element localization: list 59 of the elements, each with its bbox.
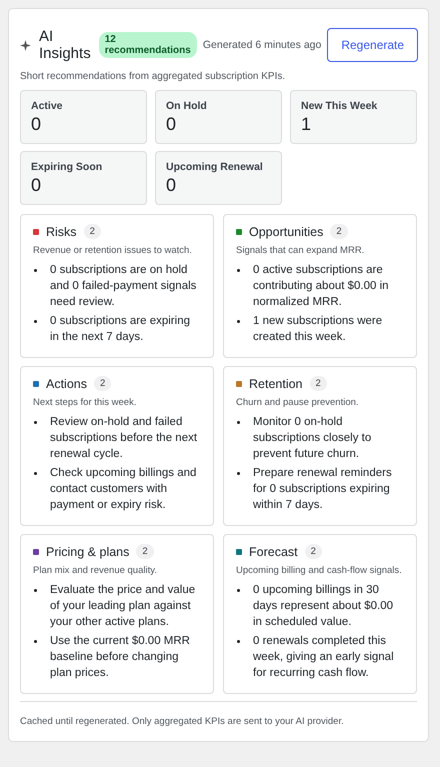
recommendation-text: 0 upcoming billings in 30 days represent about $0.00 in scheduled value. [253, 583, 394, 630]
bullet-icon [34, 421, 37, 424]
section-title: Forecast [249, 544, 298, 558]
section-title: Risks [46, 224, 77, 238]
count-badge: 2 [304, 544, 322, 559]
generated-time: Generated 6 minutes ago [202, 39, 322, 51]
kpi-label: New This Week [301, 100, 378, 112]
section-description: Next steps for this week. [33, 396, 138, 410]
recommendation-text: Check upcoming billings and contact customers with payment or expiry risk. [50, 466, 198, 513]
bullet-icon [34, 589, 37, 592]
recommendation-text: 0 active subscriptions are contributing about $0.00 in normalized MRR. [253, 263, 390, 310]
kpi-value: 0 [166, 114, 178, 135]
recommendation-text: Use the current $0.00 MRR baseline before changing plan prices. [50, 634, 191, 681]
section-description: Signals that can expand MRR. [236, 244, 366, 258]
count-badge: 2 [310, 376, 327, 391]
count-badge: 2 [330, 224, 348, 239]
section-title: Retention [249, 376, 303, 390]
panel-subtitle: Short recommendations from aggregated subscription KPIs. [20, 71, 286, 82]
bullet-icon [237, 320, 240, 323]
bullet-icon [34, 472, 37, 475]
count-badge: 2 [84, 224, 101, 239]
count-badge: 2 [136, 544, 154, 559]
recommendation-text: Prepare renewal reminders for 0 subscriptions expiring within 7 days. [253, 466, 393, 513]
kpi-label: Active [31, 100, 64, 112]
sparkle-icon [20, 40, 31, 50]
section-title: Pricing & plans [46, 544, 130, 558]
kpi-label: Upcoming Renewal [166, 161, 264, 173]
recommendation-text: 0 renewals completed this week, giving an early signal for recurring cash flow. [253, 634, 395, 681]
kpi-value: 1 [301, 114, 312, 135]
recommendation-text: Evaluate the price and value of your leading plan against your other active plans. [50, 583, 196, 630]
kpi-value: 0 [31, 114, 42, 135]
section-title: Opportunities [249, 224, 324, 238]
bullet-icon [237, 472, 240, 475]
section-description: Plan mix and revenue quality. [33, 564, 158, 578]
section-description: Upcoming billing and cash-flow signals. [236, 564, 403, 578]
bullet-icon [34, 640, 37, 643]
kpi-label: On Hold [166, 100, 208, 112]
recommendation-text: Review on-hold and failed subscriptions before the next renewal cycle. [50, 415, 198, 462]
bullet-icon [237, 421, 240, 424]
section-title: Actions [46, 376, 87, 390]
kpi-value: 0 [31, 175, 42, 196]
bullet-icon [237, 269, 240, 272]
regenerate-button[interactable]: Regenerate [327, 28, 418, 62]
recommendation-text: 0 subscriptions are expiring in the next 7 days. [50, 314, 191, 345]
recommendation-text: 0 subscriptions are on hold and 0 failed-payment signals need review. [50, 263, 198, 310]
panel-title: AI Insights [39, 28, 91, 62]
kpi-value: 0 [166, 175, 178, 196]
count-badge: 2 [94, 376, 112, 391]
recommendation-text: Monitor 0 on-hold subscriptions closely to prevent future churn. [253, 415, 372, 462]
recommendation-text: 1 new subscriptions were created this week. [253, 314, 384, 345]
bullet-icon [34, 320, 37, 323]
bullet-icon [34, 269, 37, 272]
footer-note: Cached until regenerated. Only aggregated KPIs are sent to your AI provider. [20, 701, 417, 733]
recommendations-badge: 12 recommendations [98, 32, 197, 58]
bullet-icon [237, 640, 240, 643]
section-description: Revenue or retention issues to watch. [33, 244, 193, 258]
bullet-icon [237, 589, 240, 592]
kpi-label: Expiring Soon [31, 161, 104, 173]
section-description: Churn and pause prevention. [236, 396, 360, 410]
